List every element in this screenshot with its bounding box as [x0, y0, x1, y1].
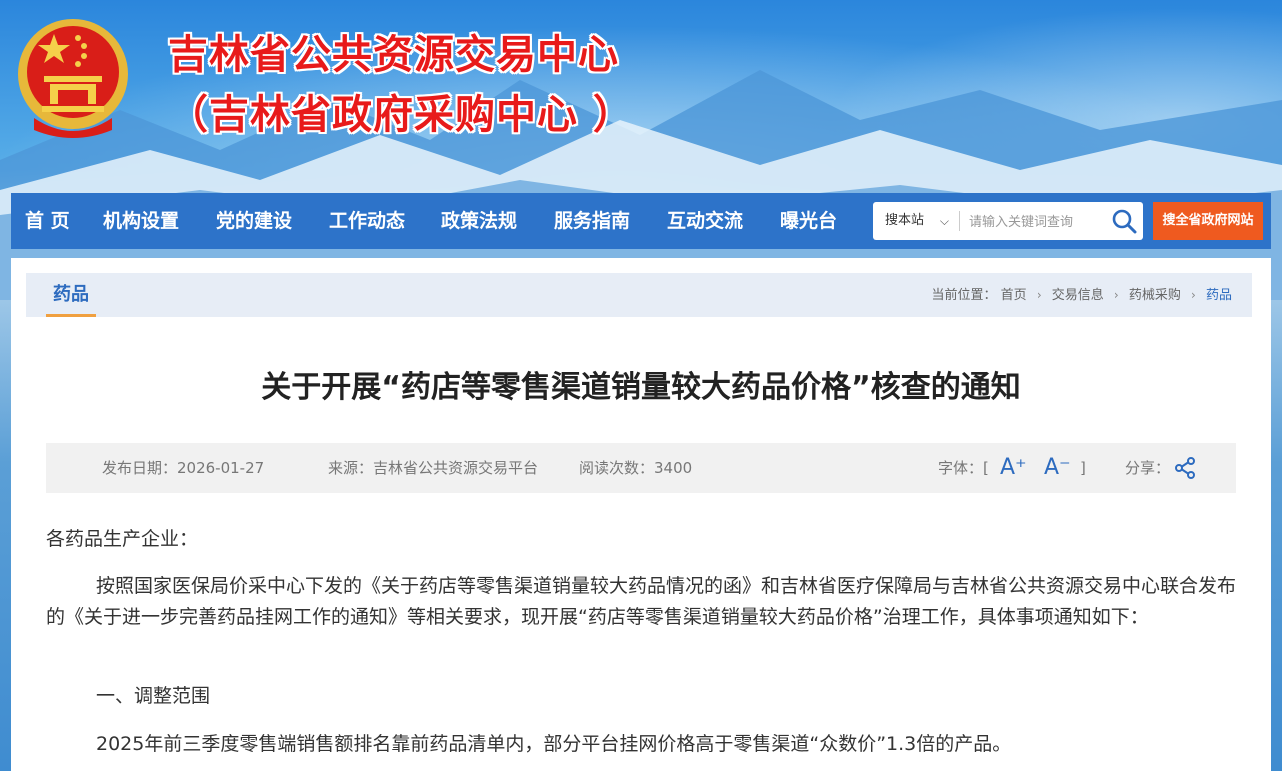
chevron-right-icon: ›	[1191, 288, 1196, 302]
search-box: 搜本站 ⌵	[873, 202, 1143, 240]
search-input[interactable]	[969, 211, 1099, 231]
article-paragraph: 2025年前三季度零售端销售额排名靠前药品清单内，部分平台挂网价格高于零售渠道“…	[96, 733, 1012, 755]
breadcrumb-current[interactable]: 药品	[1206, 288, 1232, 303]
article-paragraph: 按照国家医保局价采中心下发的《关于药店等零售渠道销量较大药品情况的函》和吉林省医…	[46, 575, 1237, 628]
font-size-label: 字体：[	[938, 459, 989, 477]
breadcrumb-trade-info[interactable]: 交易信息	[1052, 288, 1104, 303]
nav-item-service-guide[interactable]: 服务指南	[554, 193, 630, 249]
divider	[959, 211, 960, 231]
section-tab[interactable]: 药品	[46, 273, 96, 317]
nav-item-exposure[interactable]: 曝光台	[780, 193, 837, 249]
article-meta: 发布日期：2026-01-27 来源：吉林省公共资源交易平台 阅读次数：3400…	[46, 443, 1236, 493]
article-salutation: 各药品生产企业：	[46, 528, 199, 550]
site-subtitle: （吉林省政府采购中心 ）	[168, 91, 634, 138]
gov-search-button[interactable]: 搜全省政府网站	[1153, 202, 1263, 240]
site-title: 吉林省公共资源交易中心	[168, 31, 619, 78]
article-source: 来源：吉林省公共资源交易平台	[328, 459, 539, 477]
breadcrumb: 当前位置： 首页 › 交易信息 › 药械采购 › 药品	[932, 273, 1233, 317]
chevron-right-icon: ›	[1113, 288, 1119, 302]
nav-item-policies[interactable]: 政策法规	[441, 193, 517, 249]
breadcrumb-procurement[interactable]: 药械采购	[1129, 288, 1181, 303]
share-label: 分享：	[1125, 459, 1171, 477]
national-emblem-icon	[18, 19, 128, 138]
section-header: 药品 当前位置： 首页 › 交易信息 › 药械采购 › 药品	[26, 273, 1252, 317]
font-decrease-button[interactable]: A⁻	[1044, 443, 1071, 493]
chevron-down-icon: ⌵	[939, 214, 949, 228]
nav-item-home[interactable]: 首 页	[25, 193, 70, 249]
breadcrumb-home[interactable]: 首页	[1001, 288, 1027, 303]
main-nav: 首 页 机构设置 党的建设 工作动态 政策法规 服务指南 互动交流 曝光台 搜本…	[11, 193, 1271, 249]
search-scope-label: 搜本站	[885, 213, 925, 228]
share-icon[interactable]	[1174, 457, 1196, 479]
search-scope-select[interactable]: 搜本站 ⌵	[873, 202, 959, 240]
nav-item-organization[interactable]: 机构设置	[103, 193, 179, 249]
nav-item-party-building[interactable]: 党的建设	[216, 193, 292, 249]
article-section-heading: 一、调整范围	[96, 685, 211, 707]
font-increase-button[interactable]: A⁺	[1000, 443, 1027, 493]
font-size-bracket: ]	[1080, 459, 1086, 477]
nav-item-work-news[interactable]: 工作动态	[329, 193, 405, 249]
publish-date: 发布日期：2026-01-27	[102, 459, 265, 477]
chevron-right-icon: ›	[1036, 288, 1042, 302]
view-count: 阅读次数：3400	[579, 459, 693, 477]
search-icon[interactable]	[1111, 208, 1137, 234]
nav-item-interaction[interactable]: 互动交流	[667, 193, 743, 249]
breadcrumb-prefix: 当前位置：	[931, 288, 997, 303]
article-title: 关于开展“药店等零售渠道销量较大药品价格”核查的通知	[261, 370, 1021, 405]
